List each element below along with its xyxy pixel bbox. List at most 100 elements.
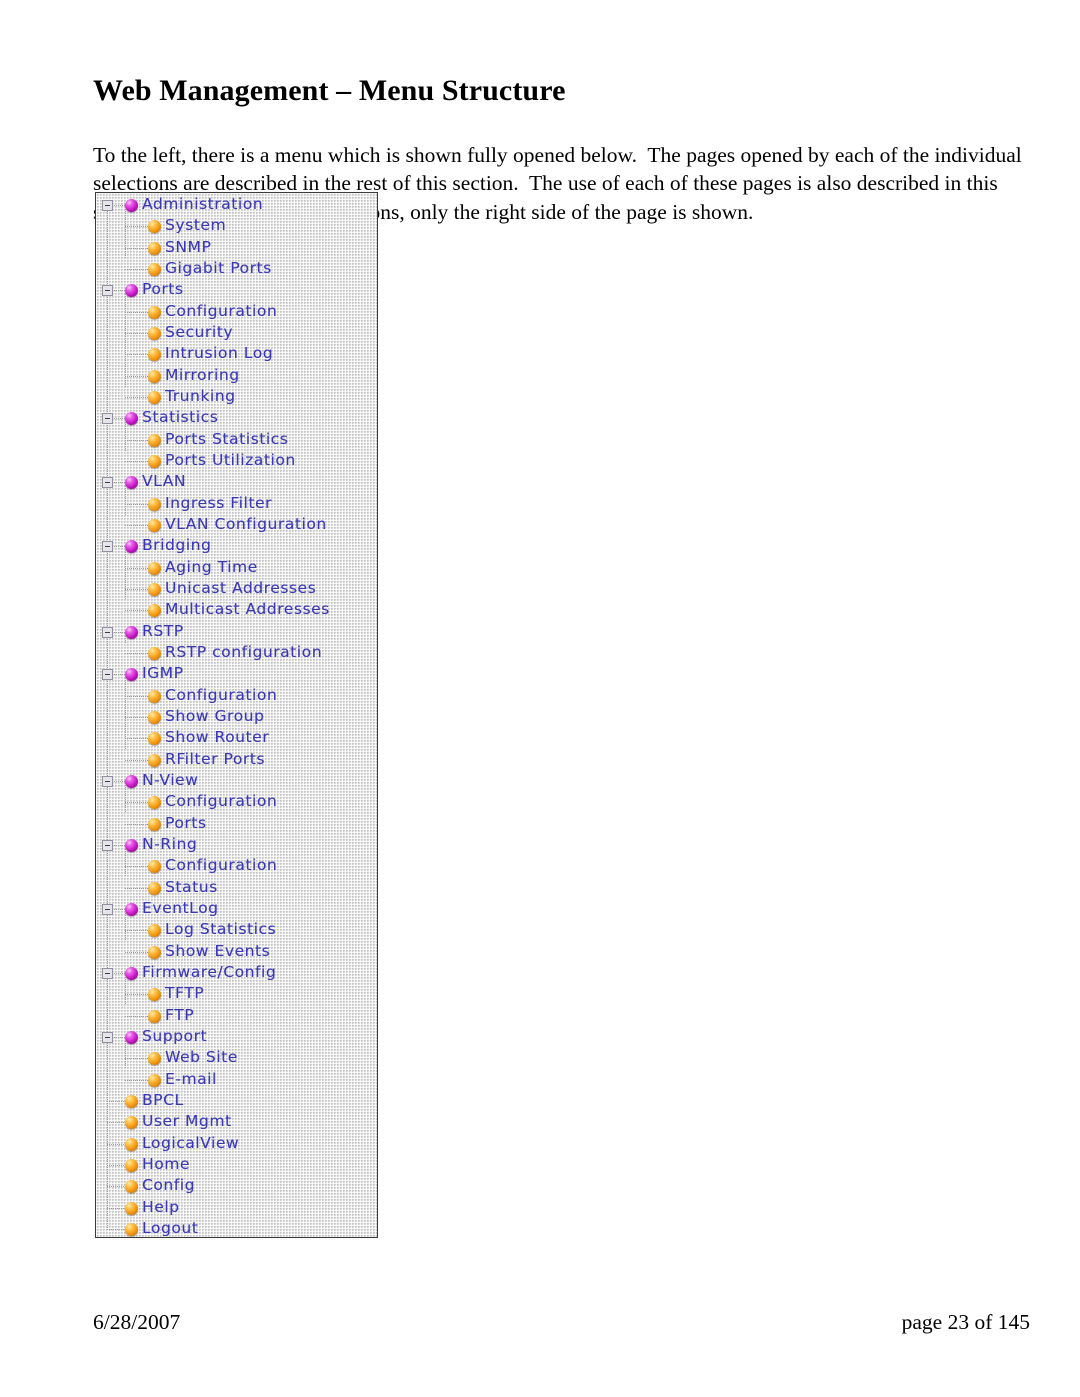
menu-item-label: RSTP	[142, 621, 184, 640]
menu-item-label: Ports	[142, 280, 184, 299]
menu-item-label: Gigabit Ports	[165, 258, 272, 277]
orange-sphere-icon	[148, 348, 161, 362]
minus-box-icon[interactable]	[102, 775, 113, 787]
orange-sphere-icon	[148, 796, 161, 810]
orange-sphere-icon	[125, 1137, 138, 1151]
tree-connector-line	[125, 1079, 148, 1081]
menu-item-label: Log Statistics	[165, 920, 277, 939]
tree-connector-line	[125, 652, 148, 654]
tree-connector-line	[125, 226, 148, 228]
orange-sphere-icon	[148, 646, 161, 660]
purple-sphere-icon	[125, 199, 138, 212]
menu-item-label: Show Router	[165, 728, 270, 747]
purple-sphere-icon	[125, 668, 138, 682]
minus-box-icon[interactable]	[102, 200, 113, 211]
menu-item-label: N-Ring	[142, 834, 198, 853]
tree-branch-line	[125, 422, 126, 451]
menu-item-label: Status	[165, 877, 218, 896]
menu-item-label: Help	[142, 1197, 180, 1216]
menu-item-label: Unicast Addresses	[165, 578, 317, 597]
minus-box-icon[interactable]	[102, 626, 113, 638]
menu-item-label: Show Group	[165, 706, 265, 725]
menu-item-label: VLAN	[142, 472, 186, 491]
orange-sphere-icon	[125, 1180, 138, 1194]
tree-connector-line	[125, 887, 148, 889]
menu-item-label: Firmware/Config	[142, 962, 277, 981]
orange-sphere-icon	[148, 753, 161, 767]
tree-connector-line	[107, 1122, 125, 1124]
minus-box-icon[interactable]	[102, 477, 113, 489]
purple-sphere-icon	[125, 966, 138, 980]
menu-item-label: EventLog	[142, 898, 219, 917]
tree-connector-line	[114, 418, 125, 420]
footer-page-number: page 23 of 145	[901, 1310, 1030, 1334]
orange-sphere-icon	[148, 881, 161, 895]
tree-connector-line	[125, 567, 148, 569]
tree-connector-line	[125, 823, 148, 825]
tree-connector-line	[114, 674, 125, 676]
tree-connector-line	[125, 375, 148, 377]
tree-branch-line	[125, 294, 126, 387]
orange-sphere-icon	[148, 1052, 161, 1066]
minus-box-icon[interactable]	[102, 839, 113, 851]
tree-connector-line	[114, 1036, 125, 1038]
orange-sphere-icon	[148, 710, 161, 724]
tree-connector-line	[114, 972, 125, 974]
tree-connector-line	[125, 738, 148, 740]
menu-item-label: Configuration	[165, 685, 278, 704]
minus-box-icon[interactable]	[102, 413, 113, 425]
tree-connector-line	[125, 268, 148, 270]
orange-sphere-icon	[148, 924, 161, 938]
orange-sphere-icon	[148, 604, 161, 618]
tree-branch-line	[125, 209, 126, 259]
tree-connector-line	[125, 695, 148, 697]
tree-connector-line	[125, 716, 148, 718]
tree-trunk-line	[107, 205, 108, 1229]
menu-item-label: BPCL	[142, 1090, 184, 1109]
tree-connector-line	[125, 610, 148, 612]
orange-sphere-icon	[148, 326, 161, 340]
purple-sphere-icon	[125, 902, 138, 916]
menu-item-label: Ports Statistics	[165, 429, 289, 448]
menu-item-label: FTP	[165, 1005, 195, 1024]
menu-item-label: Web Site	[165, 1048, 238, 1067]
minus-box-icon[interactable]	[102, 903, 113, 915]
orange-sphere-icon	[148, 732, 161, 746]
minus-box-icon[interactable]	[102, 1031, 113, 1043]
minus-box-icon[interactable]	[102, 967, 113, 979]
menu-item-label: RSTP configuration	[165, 642, 323, 661]
menu-item-label: E-mail	[165, 1069, 217, 1088]
menu-item-label: Ports Utilization	[165, 450, 296, 469]
tree-branch-line	[125, 976, 126, 1006]
tree-branch-line	[125, 912, 126, 942]
tree-connector-line	[125, 1058, 148, 1060]
menu-item-label: Config	[142, 1176, 196, 1195]
menu-item-label: N-View	[142, 770, 199, 789]
purple-sphere-icon	[125, 540, 138, 554]
menu-item-label: Ingress Filter	[165, 493, 272, 512]
tree-connector-line	[114, 844, 125, 846]
orange-sphere-icon	[125, 1222, 138, 1236]
menu-item-label: Configuration	[165, 856, 278, 875]
minus-box-icon[interactable]	[102, 285, 113, 297]
menu-item-label: VLAN Configuration	[165, 514, 327, 533]
tree-connector-line	[125, 759, 148, 761]
menu-item-label: Aging Time	[165, 557, 258, 576]
menu-item-label: Mirroring	[165, 365, 240, 384]
orange-sphere-icon	[148, 582, 161, 596]
tree-connector-line	[125, 396, 148, 398]
purple-sphere-icon	[125, 412, 138, 426]
minus-box-icon[interactable]	[102, 669, 113, 681]
tree-branch-line	[125, 848, 126, 878]
orange-sphere-icon	[125, 1094, 138, 1108]
menu-item-label: Configuration	[165, 301, 278, 320]
minus-box-icon[interactable]	[102, 541, 113, 553]
footer-date: 6/28/2007	[93, 1310, 181, 1334]
orange-sphere-icon	[148, 561, 161, 575]
menu-item-label: Multicast Addresses	[165, 600, 330, 619]
menu-item-label: Home	[142, 1154, 190, 1173]
tree-connector-line	[114, 290, 125, 292]
purple-sphere-icon	[125, 774, 138, 788]
orange-sphere-icon	[148, 454, 161, 468]
menu-tree[interactable]: Administration System SNMP Gigabit Ports Por…	[96, 193, 377, 1237]
